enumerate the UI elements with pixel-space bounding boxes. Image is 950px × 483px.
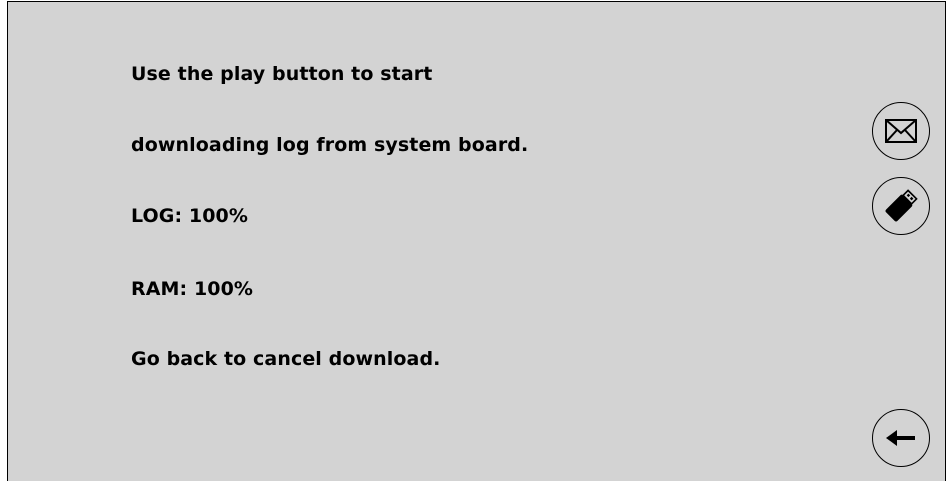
back-button[interactable] bbox=[872, 409, 930, 467]
envelope-icon bbox=[885, 119, 917, 143]
arrow-left-icon bbox=[886, 430, 915, 446]
ram-progress-text: RAM: 100% bbox=[131, 278, 254, 300]
cancel-hint-text: Go back to cancel download. bbox=[131, 348, 441, 370]
usb-stick-icon bbox=[885, 189, 918, 222]
instruction-line-2: downloading log from system board. bbox=[131, 134, 529, 156]
log-download-screen: Use the play button to start downloading… bbox=[7, 1, 946, 481]
instruction-line-1: Use the play button to start bbox=[131, 63, 433, 85]
email-button[interactable] bbox=[872, 102, 930, 160]
usb-export-button[interactable] bbox=[872, 177, 930, 235]
log-progress-text: LOG: 100% bbox=[131, 205, 248, 227]
